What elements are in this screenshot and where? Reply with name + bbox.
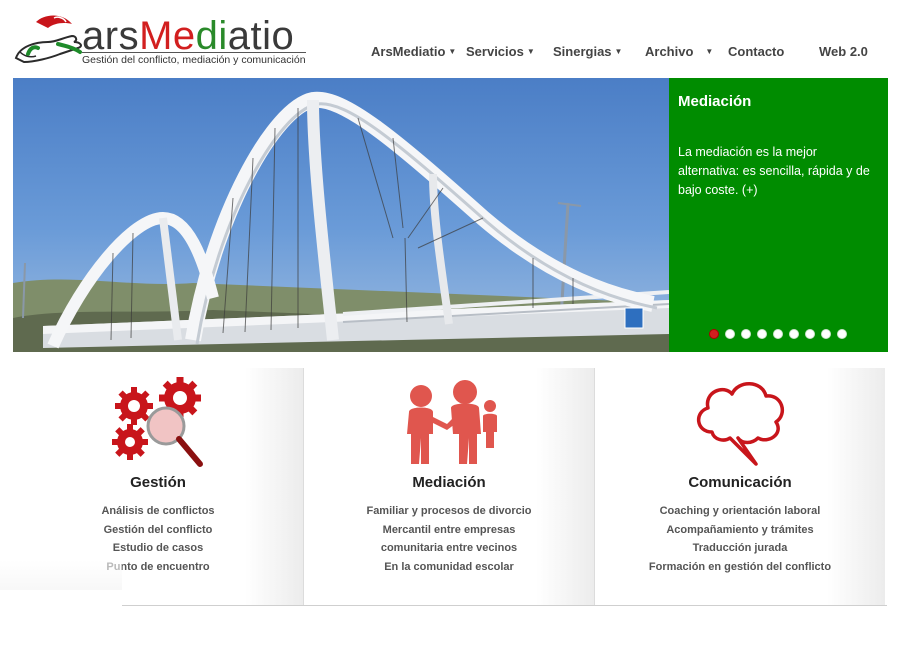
column-title: Comunicación [688, 474, 792, 491]
nav-item-label: Servicios [466, 44, 524, 59]
nav-item-sinergias[interactable]: Sinergias ▼ [553, 44, 622, 59]
chevron-down-icon: ▼ [448, 47, 457, 56]
list-item[interactable]: Familiar y procesos de divorcio [304, 502, 594, 521]
list-item[interactable]: Mercantil entre empresas [304, 521, 594, 540]
nav-item-archivo[interactable]: Archivo ▼ [645, 44, 713, 59]
speech-cloud-icon[interactable] [690, 372, 790, 472]
decorative-fade [0, 560, 122, 590]
column-mediacion: Mediación Familiar y procesos de divorci… [304, 368, 594, 606]
slider-dot[interactable] [709, 329, 719, 339]
nav-item-label: Sinergias [553, 44, 612, 59]
nav-item-arsmediatio[interactable]: ArsMediatio ▼ [371, 44, 456, 59]
logo-tagline: Gestión del conflicto, mediación y comun… [82, 52, 306, 66]
slider-dot[interactable] [757, 329, 767, 339]
column-title: Mediación [412, 474, 486, 491]
list-item[interactable]: Formación en gestión del conflicto [595, 558, 885, 577]
bridge-illustration [13, 91, 669, 352]
slider-dot[interactable] [805, 329, 815, 339]
slider-dot[interactable] [789, 329, 799, 339]
column-title: Gestión [130, 474, 186, 491]
list-item[interactable]: Coaching y orientación laboral [595, 502, 885, 521]
slide-image-bridge[interactable] [13, 78, 669, 352]
people-handshake-icon[interactable] [399, 372, 499, 472]
slider-dot[interactable] [773, 329, 783, 339]
slider-dot[interactable] [741, 329, 751, 339]
list-item[interactable]: Acompañamiento y trámites [595, 521, 885, 540]
nav-item-label: Archivo [645, 44, 694, 59]
hand-logo-icon [14, 15, 82, 64]
nav-item-contacto[interactable]: Contacto [728, 44, 784, 59]
slider-dot[interactable] [821, 329, 831, 339]
column-list: Coaching y orientación laboral Acompañam… [595, 502, 885, 576]
slide-caption-panel: Mediación La mediación es la mejor alter… [669, 78, 888, 352]
list-item[interactable]: Traducción jurada [595, 539, 885, 558]
nav-item-web20[interactable]: Web 2.0 [819, 44, 868, 59]
slider-dot[interactable] [837, 329, 847, 339]
chevron-down-icon: ▼ [526, 47, 535, 56]
slide-text[interactable]: La mediación es la mejor alternativa: es… [678, 143, 879, 200]
nav-item-label: Web 2.0 [819, 44, 868, 59]
list-item[interactable]: comunitaria entre vecinos [304, 539, 594, 558]
slide-title: Mediación [678, 93, 752, 110]
nav-item-label: ArsMediatio [371, 44, 446, 59]
gears-magnifier-icon[interactable] [108, 372, 208, 472]
column-comunicacion: Comunicación Coaching y orientación labo… [595, 368, 885, 606]
site-logo[interactable]: arsMediatio Gestión del conflicto, media… [14, 12, 309, 70]
list-item[interactable]: En la comunidad escolar [304, 558, 594, 577]
list-item[interactable]: Gestión del conflicto [13, 521, 303, 540]
nav-item-label: Contacto [728, 44, 785, 59]
chevron-down-icon: ▼ [705, 47, 714, 56]
services-columns: Gestión Análisis de conflictos Gestión d… [13, 368, 885, 606]
hero-slider: Mediación La mediación es la mejor alter… [13, 78, 888, 352]
nav-item-servicios[interactable]: Servicios ▼ [466, 44, 535, 59]
slider-dot[interactable] [725, 329, 735, 339]
column-list: Familiar y procesos de divorcio Mercanti… [304, 502, 594, 576]
list-item[interactable]: Análisis de conflictos [13, 502, 303, 521]
chevron-down-icon: ▼ [614, 47, 623, 56]
main-nav: ArsMediatio ▼ Servicios ▼ Sinergias ▼ Archi… [360, 44, 890, 64]
list-item[interactable]: Estudio de casos [13, 539, 303, 558]
divider [122, 605, 887, 606]
